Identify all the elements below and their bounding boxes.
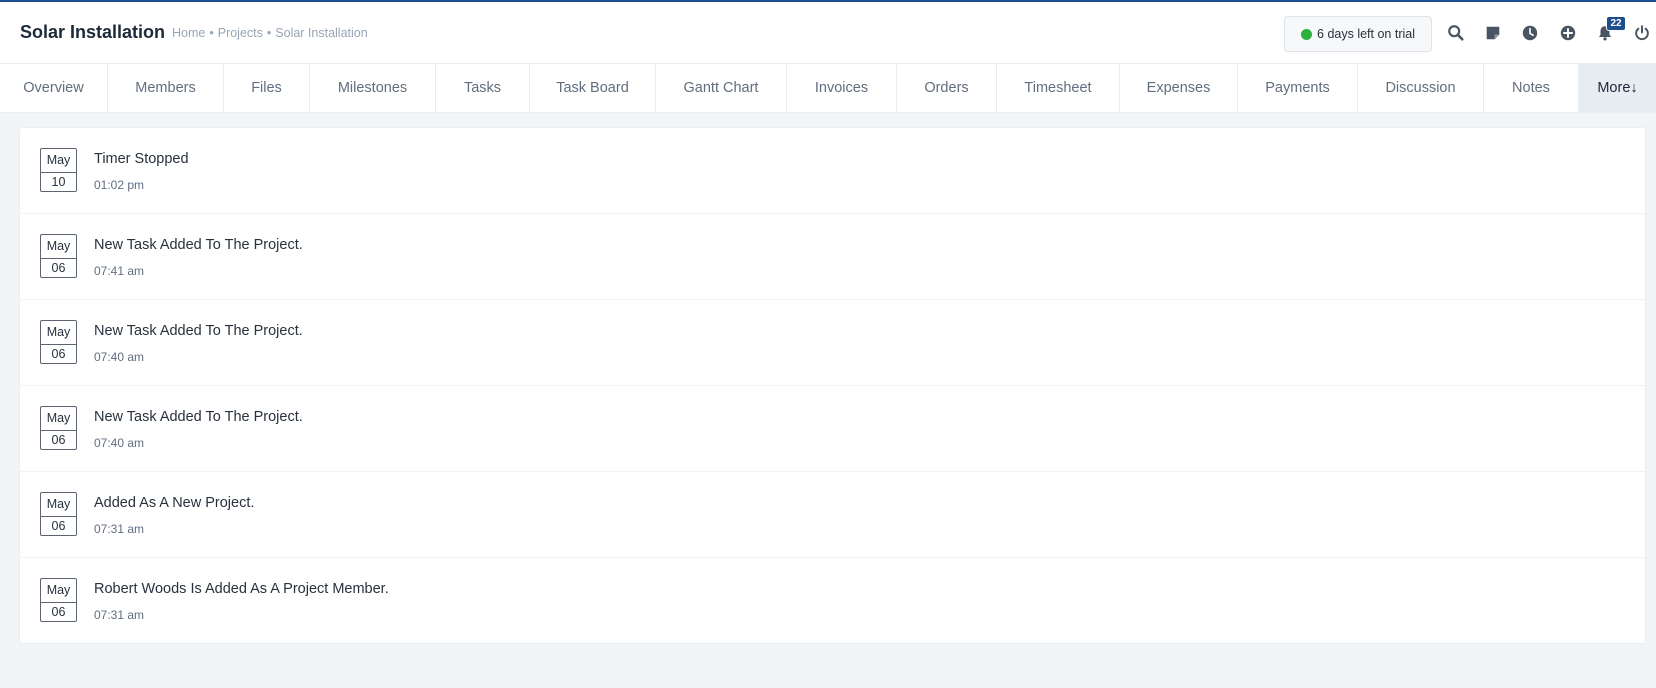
date-badge: May 06 [40,406,77,450]
date-day: 06 [51,347,66,361]
tab-expenses[interactable]: Expenses [1120,64,1238,112]
activity-text: Timer Stopped [94,151,189,167]
date-month: May [41,493,76,517]
trial-badge[interactable]: 6 days left on trial [1284,16,1432,52]
tab-milestones[interactable]: Milestones [310,64,436,112]
date-month: May [41,579,76,603]
date-month: May [41,407,76,431]
date-month: May [41,235,76,259]
date-day: 06 [51,519,66,533]
page-header: Solar Installation Home • Projects • Solar I… [0,2,1656,64]
breadcrumb-home[interactable]: Home [172,26,205,40]
breadcrumb-projects[interactable]: Projects [218,26,263,40]
tab-notes[interactable]: Notes [1484,64,1579,112]
date-day: 06 [51,261,66,275]
add-circle-icon[interactable] [1558,23,1578,43]
activity-text: New Task Added To The Project. [94,323,303,339]
clock-icon[interactable] [1520,23,1540,43]
activity-time: 07:31 am [94,522,145,536]
breadcrumb-separator: • [209,26,214,40]
activity-time: 07:40 am [94,436,145,450]
tab-files[interactable]: Files [224,64,310,112]
date-day: 10 [51,175,66,189]
tab-task-board[interactable]: Task Board [530,64,656,112]
activity-time: 07:31 am [94,608,145,622]
date-month: May [41,321,76,345]
sticky-note-icon[interactable] [1483,23,1503,43]
tab-discussion[interactable]: Discussion [1358,64,1484,112]
notification-count-badge: 22 [1606,16,1626,31]
breadcrumb: Home • Projects • Solar Installation [172,26,368,40]
activity-time: 01:02 pm [94,178,145,192]
tab-gantt-chart[interactable]: Gantt Chart [656,64,787,112]
date-badge: May 06 [40,492,77,536]
activity-time: 07:41 am [94,264,145,278]
breadcrumb-separator: • [266,26,272,40]
date-day: 06 [51,433,66,447]
date-month: May [41,149,76,173]
date-badge: May 06 [40,578,77,622]
activity-item: May 06 Added As A New Project. 07:31 am [20,472,1645,558]
activity-item: May 10 Timer Stopped 01:02 pm [20,128,1645,214]
date-badge: May 06 [40,234,77,278]
page-title: Solar Installation [20,22,166,42]
tab-timesheet[interactable]: Timesheet [997,64,1120,112]
trial-text: 6 days left on trial [1317,27,1415,41]
activity-text: Added As A New Project. [94,495,255,511]
activity-item: May 06 New Task Added To The Project. 07… [20,386,1645,472]
activity-item: May 06 New Task Added To The Project. 07… [20,214,1645,300]
tab-more[interactable]: More↓ [1579,64,1656,112]
activity-text: Robert Woods Is Added As A Project Membe… [94,581,389,597]
tab-overview[interactable]: Overview [0,64,108,112]
tab-invoices[interactable]: Invoices [787,64,897,112]
activity-item: May 06 Robert Woods Is Added As A Projec… [20,558,1645,644]
search-icon[interactable] [1446,23,1466,43]
date-day: 06 [51,605,66,619]
date-badge: May 10 [40,148,77,192]
activity-item: May 06 New Task Added To The Project. 07… [20,300,1645,386]
tab-orders[interactable]: Orders [897,64,997,112]
breadcrumb-current: Solar Installation [275,26,368,40]
activity-text: New Task Added To The Project. [94,237,303,253]
tab-tasks[interactable]: Tasks [436,64,530,112]
trial-status-dot [1301,28,1313,40]
tab-payments[interactable]: Payments [1238,64,1358,112]
activity-text: New Task Added To The Project. [94,409,303,425]
activity-card: May 10 Timer Stopped 01:02 pm May 06 New… [19,127,1646,644]
tab-members[interactable]: Members [108,64,224,112]
date-badge: May 06 [40,320,77,364]
power-icon[interactable] [1632,23,1652,43]
activity-time: 07:40 am [94,350,145,364]
project-tabs: Overview Members Files Milestones Tasks … [0,64,1656,113]
